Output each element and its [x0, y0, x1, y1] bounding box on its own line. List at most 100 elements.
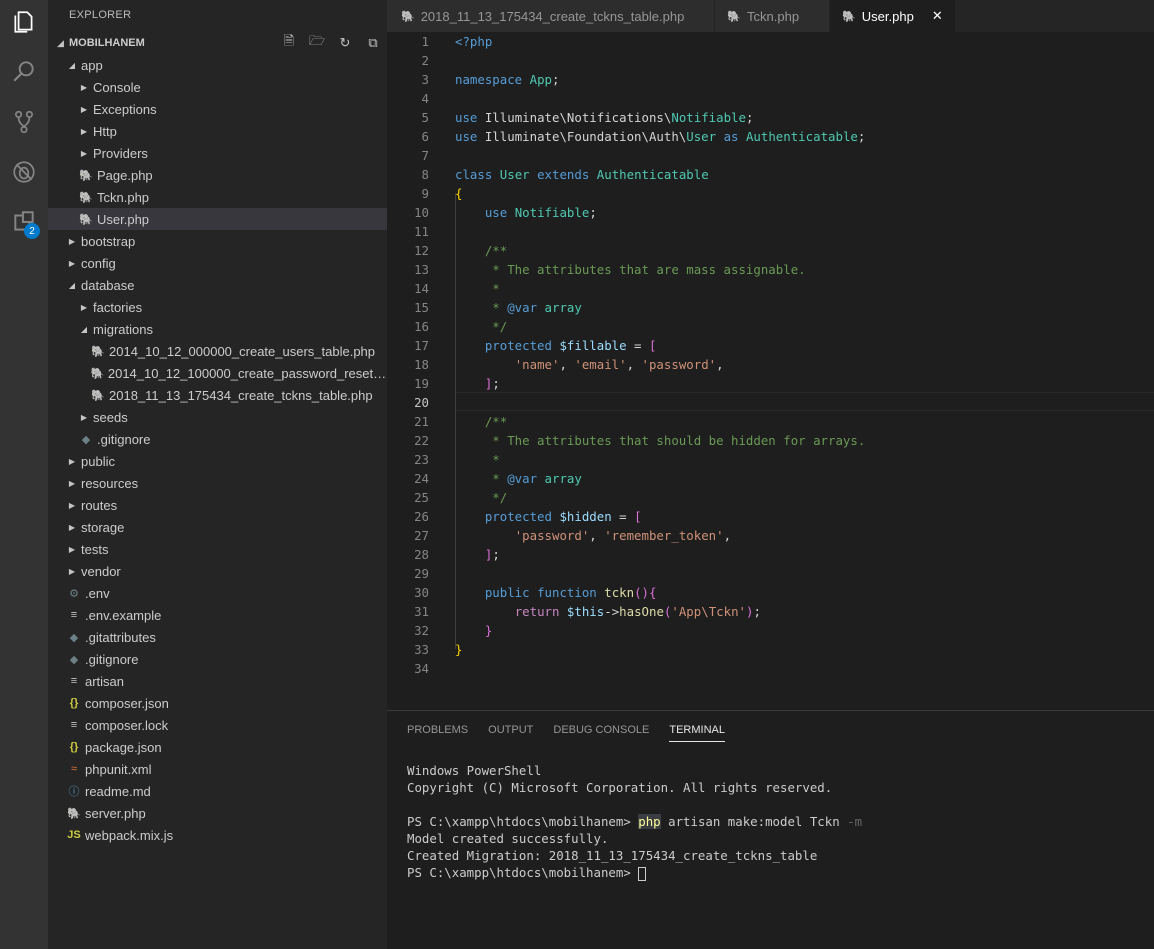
new-file-icon[interactable]: 🗎: [280, 33, 298, 52]
php-file-icon: 🐘: [401, 10, 415, 23]
tree-item-label: Providers: [93, 145, 148, 161]
tree-item[interactable]: ⓘ readme.md: [48, 780, 387, 802]
tree-item[interactable]: ▶ config: [48, 252, 387, 274]
line-number: 11: [414, 224, 429, 239]
collapse-all-icon[interactable]: ⧉: [364, 34, 382, 52]
new-folder-icon[interactable]: 🗁: [308, 33, 326, 52]
tree-item-label: seeds: [93, 409, 128, 425]
tree-item[interactable]: ◆ .gitignore: [48, 648, 387, 670]
tree-item[interactable]: ▶ Console: [48, 76, 387, 98]
line-number: 30: [414, 585, 429, 600]
tree-item[interactable]: ▶ Exceptions: [48, 98, 387, 120]
project-header[interactable]: ◢ MOBILHANEM 🗎 🗁 ↻ ⧉: [48, 32, 387, 54]
chevron-right-icon: ▶: [68, 500, 76, 510]
tree-item[interactable]: 🐘 2014_10_12_100000_create_password_reset…: [48, 362, 387, 384]
tree-item[interactable]: ◆ .gitattributes: [48, 626, 387, 648]
tree-item[interactable]: 🐘 2014_10_12_000000_create_users_table.ph…: [48, 340, 387, 362]
explorer-icon[interactable]: [0, 0, 48, 46]
tree-item[interactable]: ≡ artisan: [48, 670, 387, 692]
code-line: 'name', 'email', 'password',: [514, 357, 724, 372]
tree-item[interactable]: ⚙ .env: [48, 582, 387, 604]
terminal-cursor: [638, 866, 647, 881]
line-number: 12: [414, 243, 429, 258]
tree-item[interactable]: ≡ .env.example: [48, 604, 387, 626]
tree-item-label: phpunit.xml: [85, 761, 152, 777]
editor-tab[interactable]: 🐘 User.php ✕: [830, 0, 956, 32]
panel-tab[interactable]: OUTPUT: [488, 724, 533, 742]
tree-item[interactable]: ▶ resources: [48, 472, 387, 494]
code-line: public function tckn(){: [484, 585, 657, 600]
tree-item[interactable]: {} package.json: [48, 736, 387, 758]
tree-item[interactable]: ▶ seeds: [48, 406, 387, 428]
code-line: ];: [484, 376, 500, 391]
debug-icon[interactable]: [0, 148, 48, 196]
text-file-icon: ≡: [70, 675, 78, 687]
tree-item[interactable]: ◆ .gitignore: [48, 428, 387, 450]
extensions-icon[interactable]: [0, 198, 48, 246]
chevron-right-icon: ▶: [68, 258, 76, 268]
tree-item[interactable]: ◢ app: [48, 54, 387, 76]
tree-item[interactable]: ▶ bootstrap: [48, 230, 387, 252]
close-icon[interactable]: ✕: [932, 8, 943, 24]
editor-tab[interactable]: 🐘 2018_11_13_175434_create_tckns_table.ph…: [387, 0, 716, 32]
code-line: use Illuminate\Foundation\Auth\User as A…: [455, 129, 866, 144]
code-editor[interactable]: 1 2 3 4 5 6 7 8 9 10 11 12 13 14 15 16 17 18 19 20 21 22 23 24 2…: [387, 32, 1154, 710]
panel-tab[interactable]: DEBUG CONSOLE: [553, 724, 649, 742]
tree-item[interactable]: 🐘 server.php: [48, 802, 387, 824]
tree-item[interactable]: ▶ Http: [48, 120, 387, 142]
tree-item-label: package.json: [85, 739, 162, 755]
php-file-icon: 🐘: [91, 389, 105, 402]
tree-item-label: artisan: [85, 673, 125, 689]
tree-item[interactable]: 🐘 2018_11_13_175434_create_tckns_table.ph…: [48, 384, 387, 406]
tree-item[interactable]: ▶ routes: [48, 494, 387, 516]
php-file-icon: 🐘: [79, 213, 93, 226]
terminal-line: Created Migration: 2018_11_13_175434_cre…: [407, 848, 818, 863]
line-number: 1: [421, 34, 429, 49]
code-line: }: [484, 623, 493, 638]
panel-tab[interactable]: PROBLEMS: [407, 724, 468, 742]
tree-item[interactable]: {} composer.json: [48, 692, 387, 714]
line-number: 29: [414, 566, 429, 581]
tree-item[interactable]: ▶ factories: [48, 296, 387, 318]
line-number: 7: [421, 148, 429, 163]
tree-item-label: .env: [85, 585, 110, 601]
panel-tabs: PROBLEMS OUTPUT DEBUG CONSOLE TERMINAL: [407, 724, 725, 742]
terminal-prompt: PS C:\xampp\htdocs\mobilhanem>: [407, 814, 639, 829]
tree-item[interactable]: ▶ tests: [48, 538, 387, 560]
php-file-icon: 🐘: [727, 10, 742, 23]
tree-item[interactable]: JS webpack.mix.js: [48, 824, 387, 846]
terminal-cmd-php: php: [638, 814, 661, 829]
search-icon[interactable]: [0, 47, 48, 95]
line-number: 26: [414, 509, 429, 524]
tree-item[interactable]: ▶ vendor: [48, 560, 387, 582]
tree-item-label: resources: [81, 475, 139, 491]
panel-tab[interactable]: TERMINAL: [669, 724, 725, 742]
source-control-icon[interactable]: [0, 98, 48, 146]
tree-item[interactable]: ▶ Providers: [48, 142, 387, 164]
tree-item[interactable]: ◢ migrations: [48, 318, 387, 340]
tree-item[interactable]: 🐘 Page.php: [48, 164, 387, 186]
code-line: *: [455, 281, 500, 296]
code-line: class User extends Authenticatable: [455, 167, 709, 182]
code-line: * @var array: [455, 471, 582, 486]
line-number: 22: [414, 433, 429, 448]
terminal-input-line[interactable]: PS C:\xampp\htdocs\mobilhanem>: [407, 864, 647, 881]
tree-item[interactable]: ≡ composer.lock: [48, 714, 387, 736]
refresh-icon[interactable]: ↻: [336, 34, 354, 52]
tree-item[interactable]: 🐘 User.php: [48, 208, 387, 230]
tree-item-label: composer.json: [85, 695, 169, 711]
chevron-down-icon: ◢: [57, 38, 64, 48]
editor-tab-label: Tckn.php: [747, 8, 800, 24]
tree-item-label: bootstrap: [81, 233, 136, 249]
editor-tab[interactable]: 🐘 Tckn.php: [715, 0, 831, 32]
code-line: 'password', 'remember_token',: [514, 528, 732, 543]
tree-item[interactable]: ◢ database: [48, 274, 387, 296]
php-file-icon: 🐘: [91, 345, 105, 358]
tree-item[interactable]: ≈ phpunit.xml: [48, 758, 387, 780]
json-file-icon: {}: [69, 741, 79, 753]
tree-item-label: Tckn.php: [97, 189, 150, 205]
tree-item[interactable]: 🐘 Tckn.php: [48, 186, 387, 208]
tree-item[interactable]: ▶ public: [48, 450, 387, 472]
code-line: {: [455, 186, 463, 201]
tree-item[interactable]: ▶ storage: [48, 516, 387, 538]
